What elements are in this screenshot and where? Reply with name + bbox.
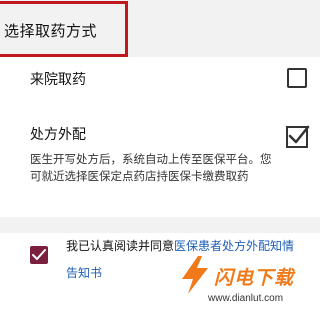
agreement-prefix: 我已认真阅读并同意 [66, 239, 175, 253]
checkmark-icon [286, 125, 310, 148]
lightning-logo-icon [182, 256, 208, 294]
external-dispensing-description: 医生开写处方后，系统自动上传至医保平台。您可就近选择医保定点药店持医保卡缴费取药 [30, 152, 272, 183]
option-label-external-dispensing[interactable]: 处方外配 [30, 124, 86, 144]
checkbox-external-dispensing[interactable] [286, 125, 310, 148]
pickup-method-card: 来院取药 处方外配 医生开写处方后，系统自动上传至医保平台。您可就近选择医保定点… [0, 57, 320, 217]
agreement-checkbox[interactable] [30, 246, 48, 264]
watermark-url: www.dianlut.com [208, 293, 284, 304]
checkbox-hospital-pickup[interactable] [287, 68, 307, 88]
highlight-annotation [0, 1, 128, 57]
watermark-name: 闪电下载 [214, 267, 295, 289]
option-label-hospital-pickup[interactable]: 来院取药 [30, 69, 86, 89]
checkmark-icon [32, 249, 46, 260]
watermark: 闪电下载 www.dianlut.com [178, 255, 320, 321]
